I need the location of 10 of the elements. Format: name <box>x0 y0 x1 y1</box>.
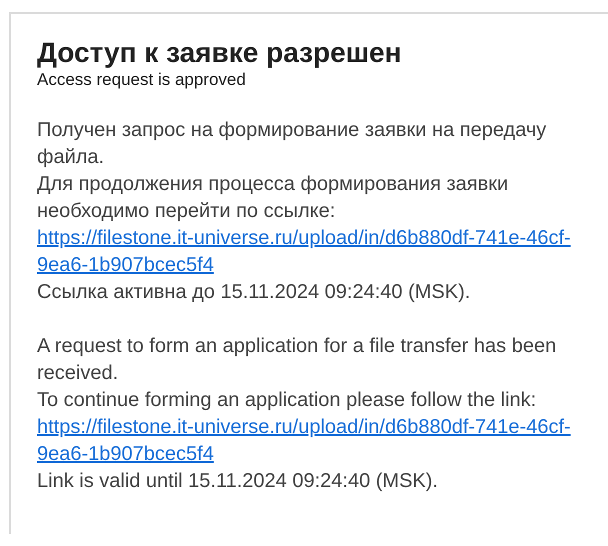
message-text: Получен запрос на формирование заявки на передачу файла. <box>37 118 548 170</box>
email-title: Доступ к заявке разрешен <box>37 36 403 70</box>
validity-text: Link is valid until 15.11.2024 09:24:40 (MSK). <box>37 469 439 494</box>
message-text: A request to form an application for a file transfer has been received. <box>37 334 558 386</box>
upload-link[interactable]: https://filestone.it-universe.ru/upload/in/d6b880df-741e-46cf-9ea6-1b907bcec5f4 <box>37 414 585 468</box>
upload-link[interactable]: https://filestone.it-universe.ru/upload/in/d6b880df-741e-46cf-9ea6-1b907bcec5f4 <box>37 225 585 279</box>
email-subtitle: Access request is approved <box>37 70 247 90</box>
instruction-text: Для продолжения процесса формирования заявки необходимо перейти по ссылке: <box>37 172 510 224</box>
validity-text: Ссылка активна до 15.11.2024 09:24:40 (MSK). <box>37 280 472 305</box>
instruction-text: To continue forming an application please follow the link: <box>37 388 538 413</box>
